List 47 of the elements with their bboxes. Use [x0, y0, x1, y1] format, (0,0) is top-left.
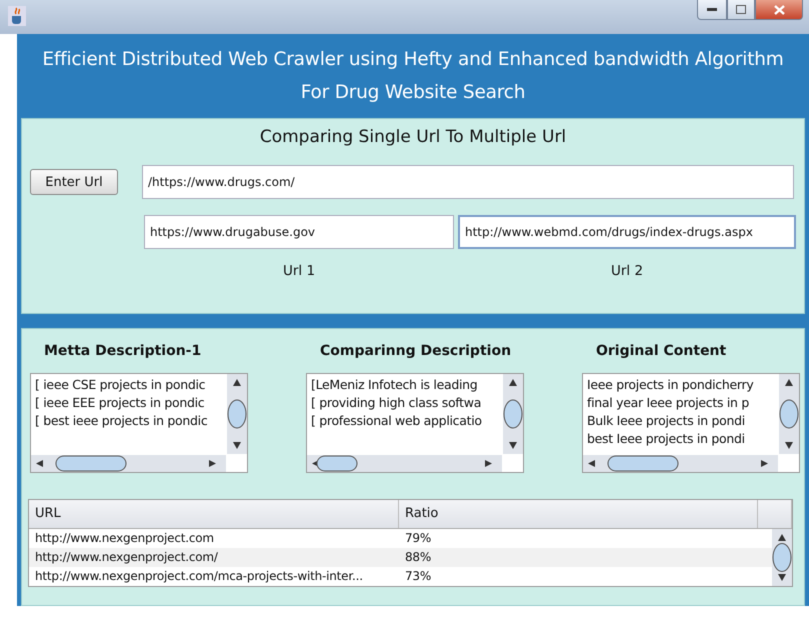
java-cup-icon [8, 6, 26, 26]
table-cell-text: http://www.nexgenproject.com/ [34, 550, 219, 564]
table-cell-text: 79% [404, 531, 432, 546]
text-area[interactable]: [ ieee CSE projects in pondic [ ieee EEE projects in pondic [ best ieee projects in pondic [30, 372, 248, 473]
url-field[interactable]: http://www.webmd.com/drugs/index-drugs.aspx [458, 215, 796, 250]
text-area[interactable]: [LeMeniz Infotech is leading [ providing high class softwa [ professional web applicatio [306, 372, 524, 473]
table-cell-text: http://www.nexgenproject.com [34, 531, 215, 546]
text-line: [ ieee CSE projects in pondic [35, 376, 206, 394]
text-line: [ professional web applicatio [311, 412, 483, 430]
minimize-icon [707, 8, 717, 12]
maximize-button[interactable] [727, 0, 755, 20]
close-icon [774, 4, 784, 14]
table-cell-text: 73% [404, 569, 432, 584]
text-line: Ieee projects in pondicherry [587, 376, 754, 394]
text-line: [LeMeniz Infotech is leading [311, 376, 478, 394]
url-field[interactable]: /https://www.drugs.com/ [142, 165, 794, 200]
window-heading: For Drug Website Search [300, 82, 526, 104]
vertical-scrollbar[interactable] [779, 374, 799, 454]
text-line: best Ieee projects in pondi [587, 430, 746, 448]
horizontal-scrollbar[interactable] [583, 454, 778, 472]
text-line: Bulk Ieee projects in pondi [587, 412, 746, 430]
column-header[interactable]: URL [29, 500, 399, 528]
vertical-scrollbar[interactable] [503, 374, 523, 454]
vertical-scrollbar[interactable] [772, 528, 792, 586]
window-heading: Efficient Distributed Web Crawler using Hefty and Enhanced bandwidth Algorithm [42, 49, 784, 70]
horizontal-scrollbar[interactable] [31, 454, 226, 472]
text-area[interactable]: Ieee projects in pondicherry final year Ieee projects in p Bulk Ieee projects in pondi best Ieee projects in pondi [582, 372, 800, 473]
table-cell-text: 88% [404, 550, 432, 564]
enter-url-button[interactable]: Enter Url [30, 169, 118, 196]
maximize-icon [736, 5, 746, 14]
column-heading: Comparinng Description [320, 342, 512, 359]
minimize-button[interactable] [697, 0, 727, 20]
column-heading: Original Content [596, 342, 728, 359]
panel-heading: Comparing Single Url To Multiple Url [258, 127, 568, 148]
vertical-scrollbar[interactable] [227, 374, 247, 454]
table-cell-text: http://www.nexgenproject.com/mca-projects-with-inter... [34, 569, 364, 584]
text-line: final year Ieee projects in p [587, 394, 750, 412]
horizontal-scrollbar[interactable] [307, 454, 502, 472]
close-button[interactable] [755, 0, 803, 20]
field-label: Url 1 [282, 263, 316, 280]
column-heading: Metta Description-1 [44, 342, 202, 359]
text-line: [ best ieee projects in pondic [35, 412, 208, 430]
column-header[interactable]: Ratio [399, 500, 758, 528]
text-line: [ ieee EEE projects in pondic [35, 394, 206, 412]
text-line: [ providing high class softwa [311, 394, 482, 412]
field-label: Url 2 [610, 263, 644, 280]
url-field[interactable]: https://www.drugabuse.gov [144, 215, 454, 250]
